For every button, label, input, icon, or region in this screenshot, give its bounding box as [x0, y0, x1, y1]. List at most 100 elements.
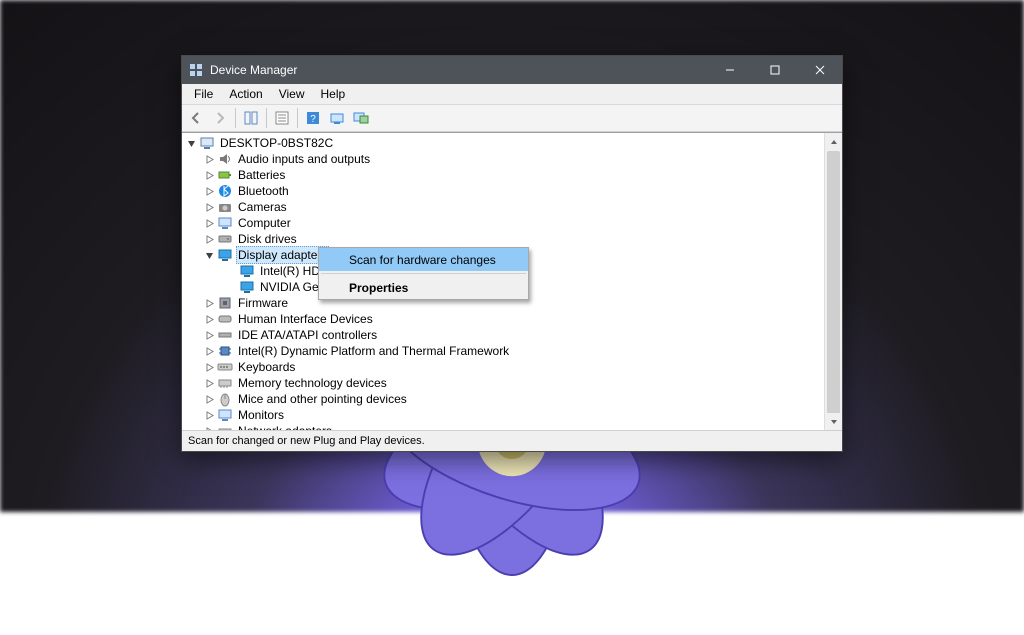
hid-icon [217, 311, 233, 327]
expand-icon[interactable] [204, 154, 215, 165]
tree-item[interactable]: Mice and other pointing devices [182, 391, 824, 407]
tree-item[interactable]: Intel(R) Dynamic Platform and Thermal Fr… [182, 343, 824, 359]
collapse-icon[interactable] [186, 138, 197, 149]
menu-action[interactable]: Action [221, 85, 270, 103]
toolbar-separator [235, 108, 236, 128]
spacer [226, 266, 237, 277]
expand-icon[interactable] [204, 298, 215, 309]
context-menu: Scan for hardware changes Properties [318, 247, 529, 300]
tree-item-label: Memory technology devices [236, 375, 389, 391]
tree-item-label: Display adapters [236, 246, 329, 264]
tree-item-label: Batteries [236, 167, 287, 183]
menu-view[interactable]: View [271, 85, 313, 103]
close-button[interactable] [797, 56, 842, 84]
tree-root[interactable]: DESKTOP-0BST82C [182, 135, 824, 151]
camera-icon [217, 199, 233, 215]
tree-item[interactable]: IDE ATA/ATAPI controllers [182, 327, 824, 343]
toolbar-separator [297, 108, 298, 128]
tree-item-label: Audio inputs and outputs [236, 151, 372, 167]
maximize-button[interactable] [752, 56, 797, 84]
tree-item[interactable]: Memory technology devices [182, 375, 824, 391]
menu-file[interactable]: File [186, 85, 221, 103]
tree-item[interactable]: Disk drives [182, 231, 824, 247]
audio-icon [217, 151, 233, 167]
app-icon [188, 62, 204, 78]
mouse-icon [217, 391, 233, 407]
expand-icon[interactable] [204, 410, 215, 421]
tree-item-label: Network adapters [236, 423, 334, 430]
disk-icon [217, 231, 233, 247]
expand-icon[interactable] [204, 170, 215, 181]
expand-icon[interactable] [204, 218, 215, 229]
window-title: Device Manager [210, 63, 707, 77]
expand-icon[interactable] [204, 314, 215, 325]
tree-item-label: NVIDIA Ge [258, 279, 321, 295]
tree-item-label: Monitors [236, 407, 286, 423]
display-icon [217, 247, 233, 263]
expand-icon[interactable] [204, 330, 215, 341]
battery-icon [217, 167, 233, 183]
tree-item-label: IDE ATA/ATAPI controllers [236, 327, 379, 343]
tree-item[interactable]: Monitors [182, 407, 824, 423]
expand-icon[interactable] [204, 394, 215, 405]
show-hide-tree-button[interactable] [239, 106, 263, 130]
toolbar: ? [182, 105, 842, 132]
scan-hardware-button[interactable] [325, 106, 349, 130]
computer-icon [199, 135, 215, 151]
properties-button[interactable] [270, 106, 294, 130]
tree-item[interactable]: Cameras [182, 199, 824, 215]
back-button[interactable] [184, 106, 208, 130]
display-icon [239, 279, 255, 295]
tree-root-label: DESKTOP-0BST82C [218, 135, 335, 151]
titlebar[interactable]: Device Manager [182, 56, 842, 84]
tree-item-label: Bluetooth [236, 183, 291, 199]
tree-item-label: Cameras [236, 199, 289, 215]
bluetooth-icon [217, 183, 233, 199]
monitor-icon [217, 407, 233, 423]
tree-item[interactable]: Bluetooth [182, 183, 824, 199]
spacer [226, 282, 237, 293]
tree-item[interactable]: Batteries [182, 167, 824, 183]
devices-button[interactable] [349, 106, 373, 130]
keyboard-icon [217, 359, 233, 375]
tree-item-label: Mice and other pointing devices [236, 391, 409, 407]
tree-item-label: Keyboards [236, 359, 297, 375]
expand-icon[interactable] [204, 202, 215, 213]
context-scan-hardware[interactable]: Scan for hardware changes [319, 248, 528, 271]
display-icon [239, 263, 255, 279]
menu-help[interactable]: Help [313, 85, 354, 103]
tree-item[interactable]: Keyboards [182, 359, 824, 375]
expand-icon[interactable] [204, 186, 215, 197]
context-item-label: Scan for hardware changes [349, 253, 496, 267]
forward-button[interactable] [208, 106, 232, 130]
minimize-button[interactable] [707, 56, 752, 84]
help-button[interactable]: ? [301, 106, 325, 130]
network-icon [217, 423, 233, 430]
toolbar-separator [266, 108, 267, 128]
tree-item-label: Computer [236, 215, 293, 231]
tree-item[interactable]: Audio inputs and outputs [182, 151, 824, 167]
expand-icon[interactable] [204, 362, 215, 373]
chip-icon [217, 343, 233, 359]
context-properties[interactable]: Properties [319, 276, 528, 299]
context-separator [321, 273, 526, 274]
svg-text:?: ? [310, 114, 316, 125]
expand-icon[interactable] [204, 378, 215, 389]
tree-item-label: Firmware [236, 295, 290, 311]
vertical-scrollbar[interactable] [824, 133, 842, 430]
scrollbar-thumb[interactable] [827, 151, 840, 431]
expand-icon[interactable] [204, 234, 215, 245]
expand-icon[interactable] [204, 346, 215, 357]
computer-icon [217, 215, 233, 231]
context-item-label: Properties [349, 281, 408, 295]
tree-item[interactable]: Computer [182, 215, 824, 231]
scroll-down-button[interactable] [825, 413, 842, 430]
expand-icon[interactable] [204, 426, 215, 431]
tree-item-label: Intel(R) HD [258, 263, 322, 279]
firmware-icon [217, 295, 233, 311]
tree-item[interactable]: Network adapters [182, 423, 824, 430]
tree-item[interactable]: Human Interface Devices [182, 311, 824, 327]
tree-item-label: Intel(R) Dynamic Platform and Thermal Fr… [236, 343, 511, 359]
collapse-icon[interactable] [204, 250, 215, 261]
scroll-up-button[interactable] [825, 133, 842, 150]
